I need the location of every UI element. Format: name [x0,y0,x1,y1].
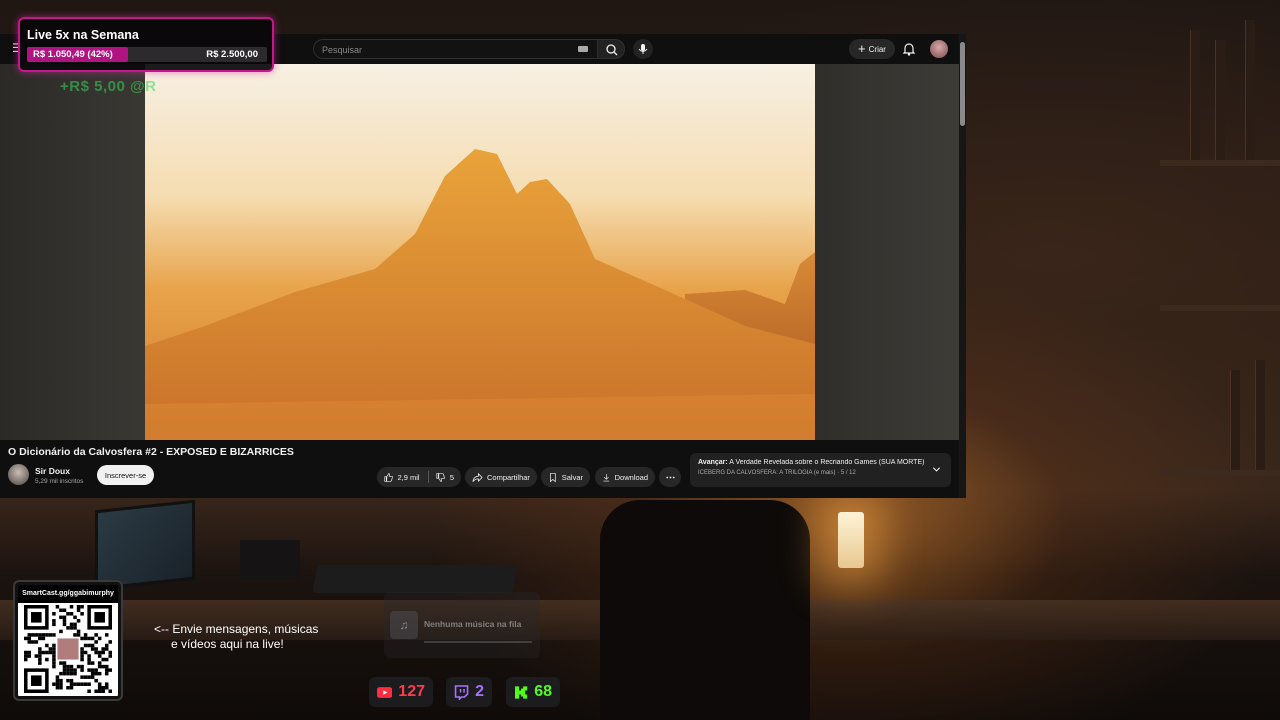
page-scrollbar[interactable] [959,34,966,498]
search-box[interactable] [313,39,599,59]
qr-center-avatar [57,638,79,660]
youtube-viewer-counter: 127 [369,677,433,707]
more-horizontal-icon [665,476,675,478]
goal-current-amount: R$ 1.050,49 (42%) [33,49,113,60]
twitch-viewer-counter: 2 [446,677,492,707]
channel-name[interactable]: Sir Doux [35,466,70,476]
subscribe-button[interactable]: Inscrever-se [97,465,154,485]
qr-url-label: SmartCast.gg/ggabimurphy [18,585,118,603]
music-queue-status: Nenhuma música na fila [424,619,522,629]
qr-code-image[interactable] [24,605,112,693]
chair [600,500,810,720]
save-label: Salvar [561,472,583,482]
subscriber-count: 5,29 mil inscritos [35,478,84,485]
donation-goal-widget: Live 5x na Semana R$ 1.050,49 (42%) R$ 2… [18,17,274,72]
youtube-window: ☰ + Criar [0,34,966,498]
music-note-icon: ♫ [390,611,418,639]
thumbs-down-icon[interactable] [436,472,446,483]
video-player[interactable] [0,64,959,440]
channel-avatar[interactable] [8,464,29,485]
book [1215,40,1225,160]
twitch-icon [454,684,469,700]
call-to-action: <-- Envie mensagens, músicas e vídeos aq… [154,622,318,652]
playlist-next-title[interactable]: A Verdade Revelada sobre o Recriando Gam… [729,459,924,466]
youtube-icon [377,686,393,698]
download-label: Download [614,472,648,482]
like-count[interactable]: 2,9 mil [397,473,419,482]
notifications-bell-icon[interactable] [901,41,917,57]
search-icon [606,44,618,56]
like-divider [427,471,429,483]
mountain-sunset-image [145,149,815,440]
candle [838,512,864,568]
voice-search-button[interactable] [633,39,653,59]
music-queue-widget: ♫ Nenhuma música na fila [384,592,540,658]
book [1245,20,1255,160]
search-button[interactable] [597,39,625,59]
more-actions-button[interactable] [659,467,681,487]
kick-viewer-counter: 68 [506,677,560,707]
music-progress-bar [424,641,532,643]
youtube-viewer-count: 127 [398,683,425,700]
plus-icon: + [858,41,866,56]
like-dislike-group: 2,9 mil 5 [377,467,461,487]
goal-target-amount: R$ 2.500,00 [206,49,258,60]
dislike-count: 5 [449,472,454,482]
bookshelf [1160,305,1280,311]
keyboard-icon[interactable] [578,46,588,52]
thumbs-up-icon[interactable] [384,472,393,483]
donation-alert-text: +R$ 5,00 @R [60,78,157,94]
microphone-icon [638,44,648,54]
save-button[interactable]: Salvar [541,467,590,487]
playlist-subtitle: ICEBERG DA CALVOSFERA: A TRILOGIA (e mai… [698,470,856,476]
create-button[interactable]: + Criar [849,39,895,59]
video-title: O Dicionário da Calvosfera #2 - EXPOSED … [8,446,294,458]
kick-icon [515,685,528,699]
goal-title: Live 5x na Semana [27,28,139,42]
book [1230,370,1240,470]
share-label: Compartilhar [487,472,530,482]
create-label: Criar [868,44,886,54]
share-button[interactable]: Compartilhar [465,467,537,487]
book [1255,360,1265,470]
monitor-stand [240,540,300,580]
keyboard [312,565,518,593]
bookshelf [1160,470,1280,476]
twitch-viewer-count: 2 [475,683,484,700]
player-letterbox-left [0,64,145,440]
chevron-down-icon[interactable] [932,465,941,474]
bookshelf [1160,160,1280,166]
scrollbar-thumb[interactable] [960,42,965,126]
share-icon [472,472,483,482]
search-input[interactable] [322,42,562,57]
playlist-next-prefix: Avançar: [698,459,728,466]
playlist-panel[interactable]: Avançar: A Verdade Revelada sobre o Recr… [690,453,951,487]
cta-line-2: e vídeos aqui na live! [171,637,284,651]
save-icon [550,472,556,482]
kick-viewer-count: 68 [534,683,552,700]
laptop [95,499,195,591]
cta-line-1: <-- Envie mensagens, músicas [154,622,319,636]
download-button[interactable]: Download [595,467,655,487]
video-frame[interactable] [145,64,815,440]
player-letterbox-right [815,64,959,440]
download-icon [603,473,610,481]
book [1190,30,1200,160]
smartcast-qr-card[interactable]: SmartCast.gg/ggabimurphy [15,582,121,699]
account-avatar[interactable] [930,40,948,58]
playlist-next-line: Avançar: A Verdade Revelada sobre o Recr… [698,459,926,466]
